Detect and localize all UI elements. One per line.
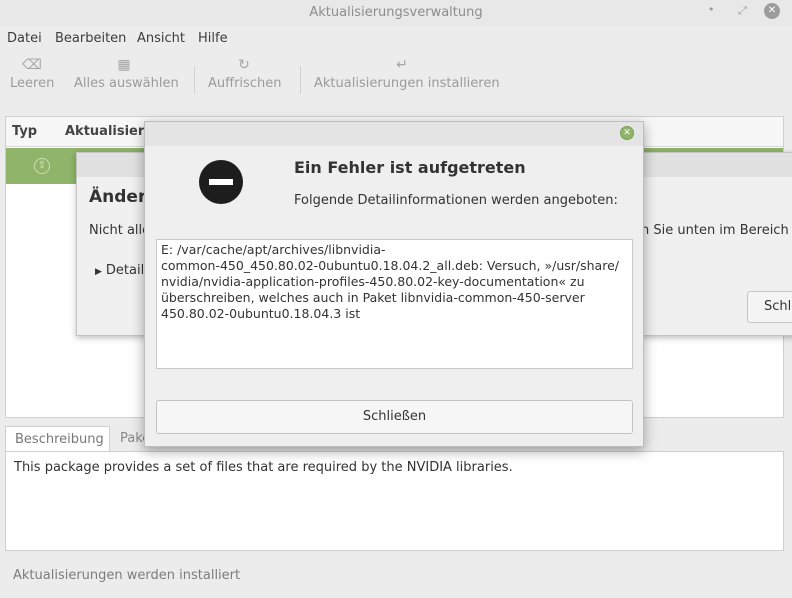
changes-dialog-close-button[interactable]: Schli bbox=[747, 291, 792, 323]
changes-dialog-text: Nicht alle bbox=[89, 223, 151, 238]
menubar: Datei Bearbeiten Ansicht Hilfe bbox=[0, 28, 792, 50]
install-icon: ↵ bbox=[396, 57, 408, 73]
error-detail-text[interactable]: E: /var/cache/apt/archives/libnvidia- co… bbox=[156, 239, 633, 369]
close-window-icon[interactable]: ✕ bbox=[764, 3, 780, 19]
tab-beschreibung[interactable]: Beschreibung bbox=[5, 426, 110, 452]
error-dialog-titlebar[interactable] bbox=[145, 122, 643, 146]
clear-button[interactable]: ⌫ Leeren bbox=[10, 54, 54, 106]
backspace-icon: ⌫ bbox=[22, 57, 42, 73]
menu-bearbeiten[interactable]: Bearbeiten bbox=[55, 31, 126, 46]
close-icon[interactable]: ✕ bbox=[620, 126, 634, 140]
status-text: Aktualisierungen werden installiert bbox=[13, 568, 241, 583]
menu-hilfe[interactable]: Hilfe bbox=[198, 31, 228, 46]
toolbar-separator bbox=[300, 66, 301, 94]
clear-button-label: Leeren bbox=[10, 76, 55, 91]
refresh-icon: ↻ bbox=[238, 57, 250, 73]
refresh-button[interactable]: ↻ Auffrischen bbox=[208, 54, 282, 106]
column-typ[interactable]: Typ bbox=[12, 124, 37, 139]
upgrade-arrow-icon: ⇧ bbox=[34, 158, 50, 174]
window-title: Aktualisierungsverwaltung bbox=[309, 5, 483, 20]
toolbar: ⌫ Leeren ▦ Alles auswählen ↻ Auffrischen… bbox=[0, 54, 792, 108]
error-dialog: ✕ Ein Fehler ist aufgetreten Folgende De… bbox=[144, 121, 644, 447]
error-subtitle: Folgende Detailinformationen werden ange… bbox=[294, 193, 618, 208]
menu-ansicht[interactable]: Ansicht bbox=[137, 31, 185, 46]
minimize-icon[interactable]: • bbox=[708, 3, 715, 16]
install-updates-button[interactable]: ↵ Aktualisierungen installieren bbox=[314, 54, 500, 106]
select-all-button[interactable]: ▦ Alles auswählen bbox=[74, 54, 179, 106]
package-description: This package provides a set of files tha… bbox=[14, 460, 513, 475]
select-all-icon: ▦ bbox=[117, 57, 131, 73]
select-all-button-label: Alles auswählen bbox=[74, 76, 179, 91]
changes-dialog-text-right: n Sie unten im Bereich »D bbox=[641, 223, 792, 238]
install-updates-button-label: Aktualisierungen installieren bbox=[314, 76, 500, 91]
refresh-button-label: Auffrischen bbox=[208, 76, 282, 91]
error-stop-icon bbox=[199, 160, 243, 204]
description-panel: This package provides a set of files tha… bbox=[5, 451, 784, 551]
toolbar-separator bbox=[194, 66, 195, 94]
menu-datei[interactable]: Datei bbox=[7, 31, 42, 46]
details-expander[interactable]: ▶ Details bbox=[95, 263, 151, 278]
schliessen-button[interactable]: Schließen bbox=[156, 400, 633, 434]
window-titlebar[interactable]: Aktualisierungsverwaltung • ⤢ ✕ bbox=[0, 0, 792, 26]
expander-arrow-icon: ▶ bbox=[95, 267, 102, 277]
error-title: Ein Fehler ist aufgetreten bbox=[294, 158, 526, 177]
maximize-icon[interactable]: ⤢ bbox=[738, 4, 747, 18]
